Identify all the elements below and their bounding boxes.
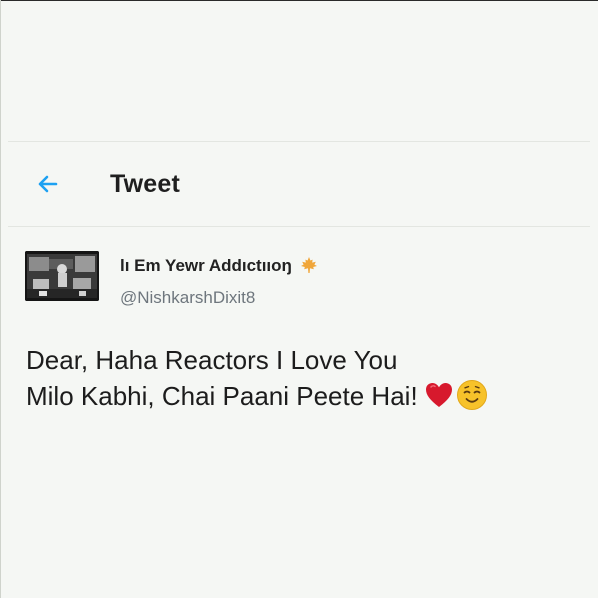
avatar[interactable]: [25, 251, 99, 301]
author-name[interactable]: lı Em Yewr Addıctııoŋ: [120, 256, 292, 275]
relieved-face-icon: [456, 379, 488, 411]
maple-leaf-icon: [300, 256, 318, 274]
author-handle[interactable]: @NishkarshDixit8: [120, 288, 255, 308]
arrow-left-icon: [38, 175, 58, 193]
red-heart-icon: [424, 381, 454, 409]
author-name-row[interactable]: lı Em Yewr Addıctııoŋ: [120, 256, 318, 276]
tweet-line-1: Dear, Haha Reactors I Love You: [26, 345, 398, 375]
tweet-body: Dear, Haha Reactors I Love You Milo Kabh…: [26, 342, 488, 414]
top-border: [0, 0, 598, 1]
header-bottom-divider: [8, 226, 590, 227]
page-title: Tweet: [110, 170, 180, 198]
tweet-line-2: Milo Kabhi, Chai Paani Peete Hai!: [26, 381, 418, 411]
left-border: [0, 0, 1, 598]
tweet-line-2-row: Milo Kabhi, Chai Paani Peete Hai!: [26, 378, 488, 414]
tweet-header: Tweet: [8, 142, 590, 226]
avatar-image: [25, 251, 99, 301]
back-button[interactable]: [34, 170, 62, 198]
